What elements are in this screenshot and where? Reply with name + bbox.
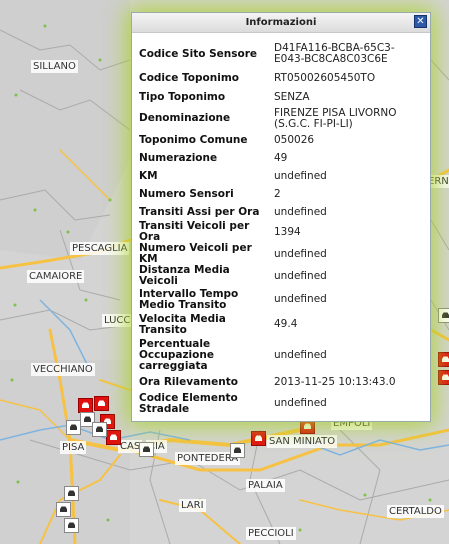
- info-row: Intervallo Tempo Medio Transito undefined: [139, 287, 424, 312]
- info-row: KM undefined: [139, 167, 424, 185]
- info-row: Transiti Assi per Ora undefined: [139, 203, 424, 221]
- info-value: undefined: [274, 348, 327, 361]
- info-value: 050026: [274, 133, 315, 146]
- info-key: Transiti Veicoli per Ora: [139, 220, 250, 243]
- car-icon: [442, 312, 449, 318]
- info-row: Distanza Media Veicoli undefined: [139, 265, 424, 287]
- info-value: 49: [274, 151, 288, 164]
- info-value: 2013-11-25 10:13:43.0: [274, 375, 396, 388]
- car-icon: [442, 356, 449, 362]
- info-key: Codice Sito Sensore: [139, 47, 258, 60]
- sensor-marker[interactable]: [92, 422, 107, 437]
- car-icon: [143, 446, 150, 452]
- info-value: SENZA: [274, 90, 310, 103]
- info-row: Codice Sito Sensore D41FA116-BCBA-65C3-E0…: [139, 39, 424, 69]
- car-icon: [68, 490, 75, 496]
- place-label: PISA: [60, 441, 87, 454]
- car-icon: [442, 374, 449, 380]
- info-row: Ora Rilevamento 2013-11-25 10:13:43.0: [139, 373, 424, 391]
- info-value: FIRENZE PISA LIVORNO (S.G.C. FI-PI-LI): [274, 106, 397, 130]
- info-value: RT05002605450TO: [274, 72, 376, 84]
- info-key: KM: [139, 169, 158, 182]
- info-key: Transiti Assi per Ora: [139, 205, 260, 218]
- close-icon[interactable]: ✕: [414, 15, 427, 28]
- info-row: Transiti Veicoli per Ora 1394: [139, 221, 424, 243]
- place-label: PECCIOLI: [246, 527, 296, 540]
- car-icon: [60, 506, 67, 512]
- sensor-marker[interactable]: [106, 430, 121, 445]
- car-icon: [96, 426, 103, 432]
- sensor-marker[interactable]: [438, 308, 449, 323]
- place-label: PESCAGLIA: [70, 242, 130, 255]
- car-icon: [304, 423, 311, 429]
- sensor-marker[interactable]: [66, 420, 81, 435]
- info-row: Denominazione FIRENZE PISA LIVORNO (S.G.C…: [139, 106, 424, 131]
- info-row: Numero Sensori 2: [139, 185, 424, 203]
- info-key: Tipo Toponimo: [139, 90, 226, 103]
- place-label: SILLANO: [31, 60, 78, 73]
- sensor-marker[interactable]: [78, 398, 93, 413]
- sensor-marker[interactable]: [230, 443, 245, 458]
- info-row: Toponimo Comune 050026: [139, 131, 424, 149]
- info-row: Codice Toponimo RT05002605450TO: [139, 69, 424, 88]
- sensor-marker[interactable]: [64, 486, 79, 501]
- info-value: 1394: [274, 225, 301, 238]
- sensor-marker[interactable]: [94, 396, 109, 411]
- place-label: SAN MINIATO: [267, 435, 338, 448]
- info-value: undefined: [274, 269, 327, 282]
- info-value: undefined: [274, 397, 327, 409]
- info-key: Intervallo Tempo Medio Transito: [139, 287, 239, 311]
- place-label: LUCC: [102, 314, 133, 327]
- car-icon: [70, 424, 77, 430]
- info-value: 2: [274, 187, 281, 200]
- info-key: Numero Sensori: [139, 187, 234, 200]
- info-row: Numerazione 49: [139, 149, 424, 167]
- info-key: Numero Veicoli per KM: [139, 242, 252, 265]
- popup-title: Informazioni: [245, 17, 317, 28]
- sensor-marker[interactable]: [438, 352, 449, 367]
- sensor-marker[interactable]: [251, 431, 266, 446]
- car-icon: [98, 400, 105, 406]
- sensor-marker[interactable]: [139, 442, 154, 457]
- info-key: Velocita Media Transito: [139, 312, 226, 336]
- sensor-marker[interactable]: [64, 518, 79, 533]
- popup-header: Informazioni ✕: [132, 13, 430, 33]
- info-table: Codice Sito Sensore D41FA116-BCBA-65C3-E0…: [139, 39, 424, 416]
- info-key: Percentuale Occupazione carreggiata: [139, 337, 214, 372]
- place-label: CERTALDO: [387, 505, 444, 518]
- place-label: PALAIA: [246, 479, 285, 492]
- info-row: Velocita Media Transito 49.4: [139, 312, 424, 337]
- info-value: D41FA116-BCBA-65C3-E043-BC8CA8C03C6E: [274, 42, 395, 65]
- sensor-marker[interactable]: [56, 502, 71, 517]
- info-value: 49.4: [274, 318, 298, 330]
- info-row: Percentuale Occupazione carreggiata undef…: [139, 337, 424, 373]
- sensor-marker[interactable]: [438, 370, 449, 385]
- info-row: Numero Veicoli per KM undefined: [139, 243, 424, 265]
- car-icon: [255, 435, 262, 441]
- place-label: CAMAIORE: [27, 270, 85, 283]
- info-key: Distanza Media Veicoli: [139, 264, 230, 287]
- info-key: Ora Rilevamento: [139, 375, 238, 388]
- info-key: Codice Elemento Stradale: [139, 391, 238, 415]
- info-row: Tipo Toponimo SENZA: [139, 88, 424, 106]
- info-value: undefined: [274, 293, 327, 305]
- info-value: undefined: [274, 205, 327, 218]
- info-value: undefined: [274, 247, 327, 260]
- info-key: Codice Toponimo: [139, 72, 239, 84]
- info-key: Denominazione: [139, 112, 231, 124]
- info-popup: Informazioni ✕ Codice Sito Sensore D41FA1…: [131, 12, 431, 422]
- car-icon: [82, 402, 89, 408]
- place-label: VECCHIANO: [31, 363, 95, 376]
- info-row: Codice Elemento Stradale undefined: [139, 391, 424, 416]
- car-icon: [68, 522, 75, 528]
- car-icon: [110, 434, 117, 440]
- info-value: undefined: [274, 169, 327, 182]
- place-label: LARI: [179, 499, 206, 512]
- info-key: Toponimo Comune: [139, 133, 248, 146]
- car-icon: [234, 447, 241, 453]
- info-key: Numerazione: [139, 151, 218, 164]
